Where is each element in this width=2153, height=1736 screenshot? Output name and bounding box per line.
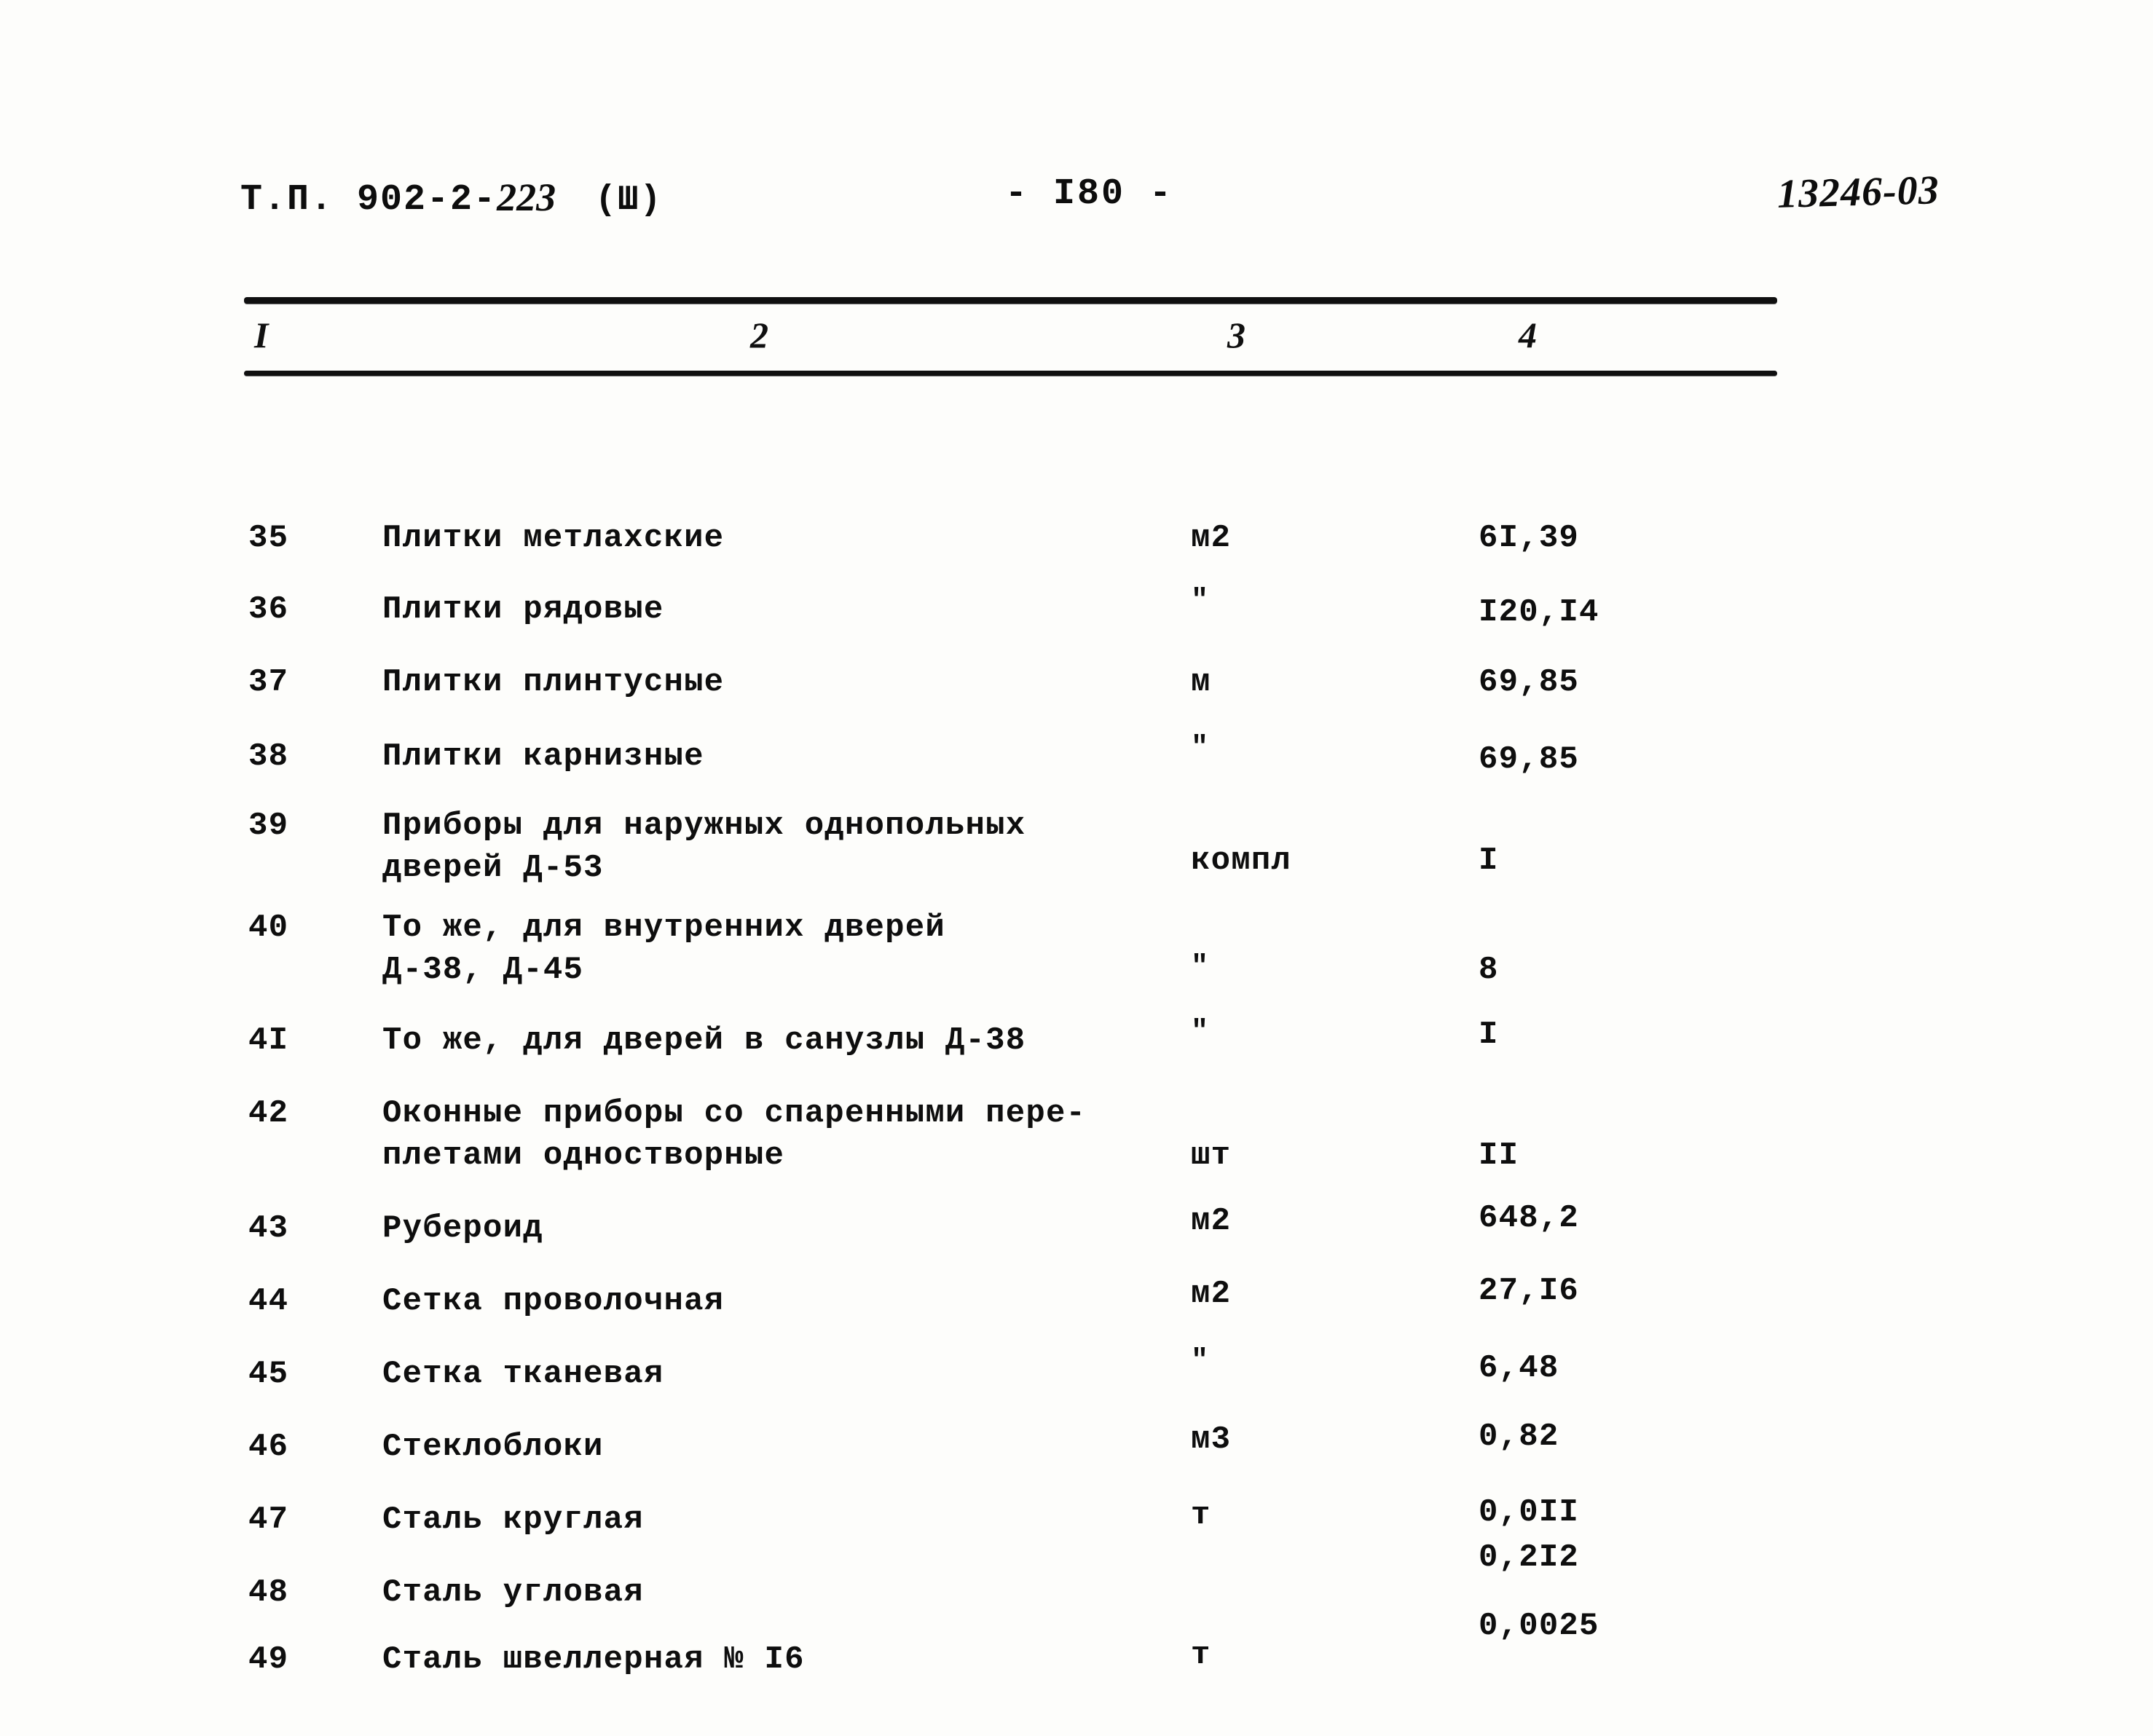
row-number: 38: [248, 738, 289, 775]
row-material-name: Сталь угловая: [382, 1574, 644, 1611]
row-quantity: 0,0II: [1479, 1494, 1580, 1531]
row-unit: ": [1191, 1016, 1209, 1049]
row-quantity: 6I,39: [1479, 520, 1580, 556]
document-part-roman: (Ш): [595, 181, 663, 220]
document-designation: Т.П. 902-2-223 (Ш): [240, 173, 662, 221]
row-quantity: 6,48: [1479, 1350, 1559, 1386]
row-material-name: Плитки плинтусные: [382, 664, 725, 701]
row-material-name: Сетка тканевая: [382, 1356, 664, 1392]
row-material-name: Оконные приборы со спаренными пере- плет…: [382, 1095, 1087, 1175]
row-number: 36: [248, 591, 289, 628]
row-unit: т: [1191, 1637, 1211, 1673]
row-material-name: Плитки карнизные: [382, 738, 704, 775]
row-unit: ": [1191, 732, 1209, 765]
row-quantity: 69,85: [1479, 741, 1580, 778]
row-material-name: Плитки рядовые: [382, 591, 664, 628]
table-column-header-row: I 2 3 4: [244, 304, 1777, 371]
row-quantity: 27,I6: [1479, 1273, 1580, 1309]
column-header-4: 4: [1519, 315, 1537, 355]
row-number: 39: [248, 808, 289, 844]
row-unit: м: [1191, 664, 1211, 701]
document-designation-prefix: Т.П. 902-2-: [240, 179, 497, 221]
row-unit: м2: [1191, 1276, 1232, 1312]
row-unit: компл: [1191, 843, 1292, 879]
row-number: 40: [248, 910, 289, 946]
row-number: 43: [248, 1210, 289, 1247]
row-unit: м2: [1191, 1203, 1232, 1239]
row-quantity: 69,85: [1479, 664, 1580, 701]
row-unit: т: [1191, 1497, 1211, 1534]
row-material-name: То же, для внутренних дверей Д-38, Д-45: [382, 910, 945, 989]
row-unit: ": [1191, 951, 1209, 984]
row-quantity: I: [1479, 843, 1499, 879]
row-quantity: 0,82: [1479, 1419, 1559, 1455]
row-number: 37: [248, 664, 289, 701]
row-number: 44: [248, 1283, 289, 1319]
column-header-1: I: [254, 315, 269, 355]
page-number: - I80 -: [1005, 173, 1174, 215]
row-quantity: 0,0025: [1479, 1608, 1599, 1644]
row-quantity: I: [1479, 1017, 1499, 1053]
column-header-3: 3: [1227, 315, 1245, 355]
row-quantity: 8: [1479, 952, 1499, 988]
document-designation-number: 223: [497, 175, 556, 219]
document-page: Т.П. 902-2-223 (Ш) - I80 - 13246-03 I 2 3…: [0, 0, 2153, 1736]
row-material-name: Сталь круглая: [382, 1502, 644, 1538]
row-number: 45: [248, 1356, 289, 1392]
row-unit: м3: [1191, 1421, 1232, 1458]
row-number: 46: [248, 1429, 289, 1465]
row-quantity: 0,2I2: [1479, 1539, 1580, 1576]
row-material-name: Приборы для наружных однопольных дверей …: [382, 808, 1026, 887]
row-number: 35: [248, 520, 289, 556]
row-quantity: I20,I4: [1479, 594, 1599, 631]
row-unit: ": [1191, 1345, 1209, 1378]
row-quantity: II: [1479, 1137, 1519, 1174]
row-number: 4I: [248, 1022, 289, 1059]
table-header-rule: [244, 371, 1777, 376]
row-number: 49: [248, 1641, 289, 1678]
row-unit: ": [1191, 585, 1209, 618]
row-material-name: Плитки метлахские: [382, 520, 725, 556]
column-header-2: 2: [750, 315, 768, 355]
table-body: 35 Плитки метлахские м2 6I,39 36 Плитки рядов…: [244, 376, 1777, 1736]
row-unit: м2: [1191, 520, 1232, 556]
row-material-name: То же, для дверей в санузлы Д-38: [382, 1022, 1026, 1059]
row-quantity: 648,2: [1479, 1200, 1580, 1236]
row-number: 48: [248, 1574, 289, 1611]
row-material-name: Стеклоблоки: [382, 1429, 604, 1465]
archive-stamp: 13246-03: [1776, 167, 1940, 217]
row-number: 47: [248, 1502, 289, 1538]
row-unit: шт: [1191, 1137, 1232, 1174]
row-number: 42: [248, 1095, 289, 1132]
table-top-rule: [244, 297, 1777, 304]
row-material-name: Сетка проволочная: [382, 1283, 725, 1319]
materials-table: I 2 3 4 35 Плитки метлахские м2 6I,39 36 Плит…: [244, 297, 1777, 1736]
page-header: Т.П. 902-2-223 (Ш) - I80 - 13246-03: [0, 167, 2153, 239]
row-material-name: Рубероид: [382, 1210, 543, 1247]
row-material-name: Сталь швеллерная № I6: [382, 1641, 805, 1678]
